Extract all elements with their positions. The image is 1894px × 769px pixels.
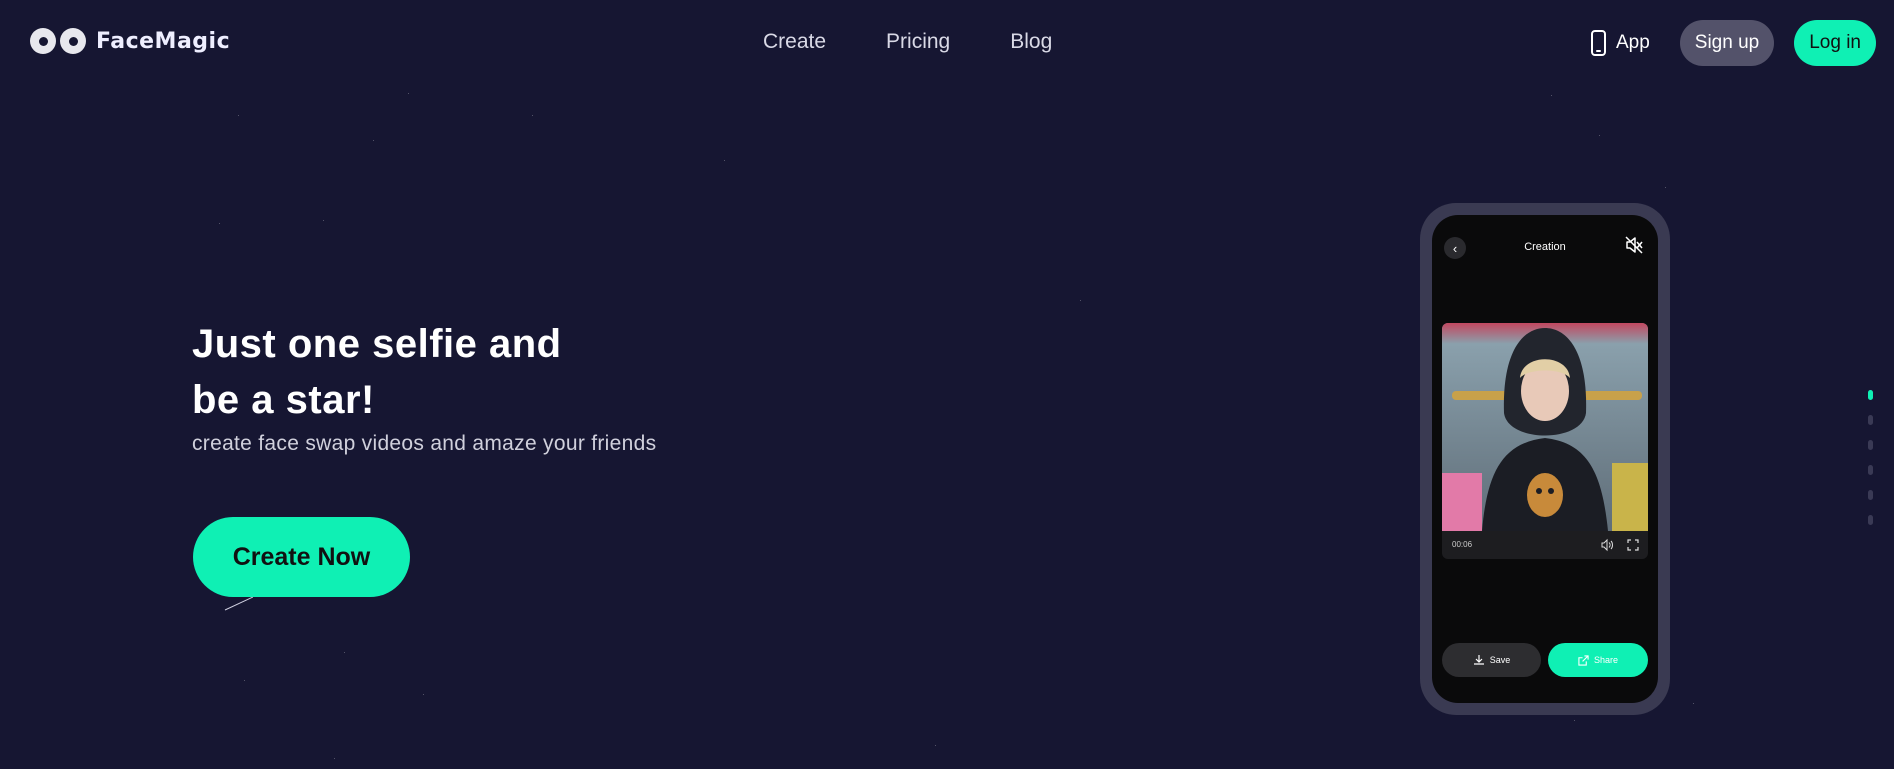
nav-pricing[interactable]: Pricing bbox=[886, 30, 950, 54]
phone-screen: ‹ Creation 00:06 Save Share bbox=[1432, 215, 1658, 703]
hero-subtitle: create face swap videos and amaze your f… bbox=[192, 432, 657, 455]
brand-logo[interactable]: FaceMagic bbox=[30, 28, 230, 54]
pager-dot[interactable] bbox=[1868, 415, 1873, 425]
hero-title-line-1: Just one selfie and bbox=[192, 322, 562, 366]
site-header: FaceMagic Create Pricing Blog App Sign u… bbox=[0, 0, 1894, 86]
main-nav: Create Pricing Blog bbox=[763, 30, 1052, 54]
login-button[interactable]: Log in bbox=[1794, 20, 1876, 66]
pager-dot[interactable] bbox=[1868, 440, 1873, 450]
logo-mark-icon bbox=[30, 28, 86, 54]
hero-title-line-2: be a star! bbox=[192, 378, 375, 422]
share-icon bbox=[1578, 654, 1589, 666]
share-button[interactable]: Share bbox=[1548, 643, 1648, 677]
pager-dot[interactable] bbox=[1868, 465, 1873, 475]
app-download-link[interactable]: App bbox=[1590, 30, 1650, 56]
mute-icon[interactable] bbox=[1624, 235, 1644, 255]
video-controls: 00:06 bbox=[1442, 531, 1648, 559]
pager-dot[interactable] bbox=[1868, 490, 1873, 500]
download-icon bbox=[1473, 655, 1484, 665]
header-actions: App Sign up Log in bbox=[1590, 20, 1876, 66]
hero-title: Just one selfie and be a star! bbox=[192, 316, 562, 428]
volume-icon[interactable] bbox=[1600, 538, 1614, 552]
app-label: App bbox=[1615, 32, 1650, 53]
create-now-button[interactable]: Create Now bbox=[193, 517, 410, 597]
nav-blog[interactable]: Blog bbox=[1010, 30, 1052, 54]
brand-name: FaceMagic bbox=[96, 28, 231, 54]
cta-bubble-tail bbox=[224, 597, 253, 611]
fullscreen-icon[interactable] bbox=[1626, 538, 1640, 552]
mobile-phone-icon bbox=[1590, 30, 1606, 56]
pager-dot-active[interactable] bbox=[1868, 390, 1873, 400]
signup-button[interactable]: Sign up bbox=[1679, 20, 1775, 66]
video-preview[interactable] bbox=[1442, 323, 1648, 531]
video-time: 00:06 bbox=[1452, 540, 1473, 549]
slide-pagination bbox=[1868, 390, 1873, 525]
save-label: Save bbox=[1489, 655, 1511, 665]
pager-dot[interactable] bbox=[1868, 515, 1873, 525]
nav-create[interactable]: Create bbox=[763, 30, 826, 54]
phone-mockup: ‹ Creation 00:06 Save Share bbox=[1420, 203, 1670, 715]
save-button[interactable]: Save bbox=[1442, 643, 1541, 677]
share-label: Share bbox=[1593, 655, 1619, 665]
